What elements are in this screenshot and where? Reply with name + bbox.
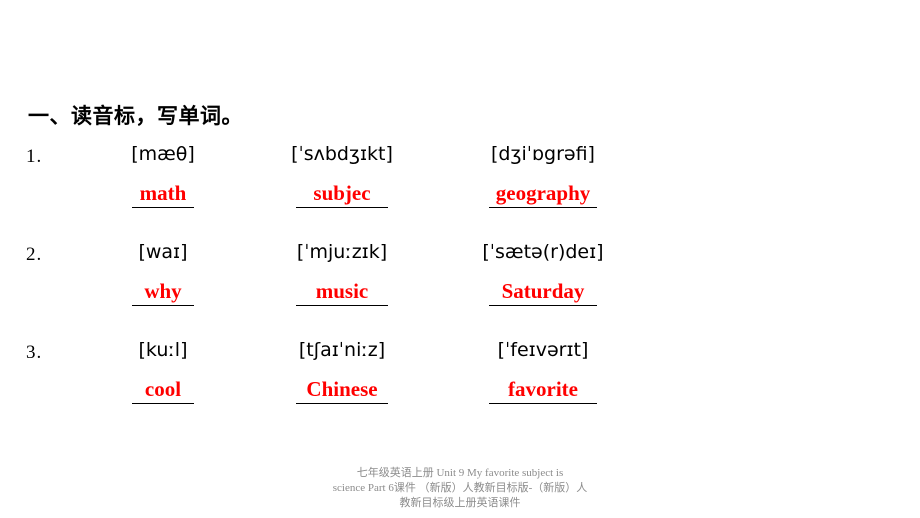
answer-blank[interactable]: geography — [489, 182, 597, 208]
phonetic-transcription: [ˈmjuːzɪk] — [296, 241, 388, 263]
exercise-item: [ˈfeɪvərɪt] favorite — [448, 338, 638, 404]
answer-blank[interactable]: Chinese — [296, 378, 388, 404]
phonetic-transcription: [waɪ] — [138, 241, 188, 263]
exercise-item: [tʃaɪˈniːz] Chinese — [258, 338, 426, 404]
answer-blank[interactable]: music — [296, 280, 388, 306]
answer-blank[interactable]: subjec — [296, 182, 388, 208]
answer-word: Saturday — [501, 279, 585, 303]
answer-underline — [489, 207, 597, 208]
answer-underline — [132, 305, 194, 306]
answer-underline — [296, 207, 388, 208]
answer-underline — [489, 305, 597, 306]
footer-line-1: 七年级英语上册 Unit 9 My favorite subject is — [356, 467, 564, 479]
answer-word: why — [144, 279, 182, 303]
answer-blank[interactable]: Saturday — [489, 280, 597, 306]
answer-underline — [296, 403, 388, 404]
phonetic-transcription: [mæθ] — [131, 143, 195, 165]
exercise-item: [dʒiˈɒgrəfi] geography — [448, 142, 638, 208]
answer-word: cool — [144, 377, 182, 401]
phonetic-transcription: [ˈsætə(r)deɪ] — [482, 241, 604, 263]
exercise-row: 3. [kuːl] cool [tʃaɪˈniːz] Chinese [ˈfeɪ… — [0, 338, 920, 436]
phonetic-transcription: [tʃaɪˈniːz] — [298, 339, 386, 361]
answer-word: favorite — [508, 377, 578, 401]
answer-word: math — [139, 181, 187, 205]
answer-word: subjec — [313, 181, 371, 205]
phonetic-transcription: [kuːl] — [138, 339, 188, 361]
exercise-item: [waɪ] why — [104, 240, 222, 306]
row-number: 3. — [26, 342, 43, 363]
page-title: 一、读音标，写单词。 — [28, 105, 243, 128]
row-number: 2. — [26, 244, 43, 265]
footer-line-3: 教新目标级上册英语课件 — [399, 497, 521, 509]
answer-blank[interactable]: favorite — [489, 378, 597, 404]
answer-blank[interactable]: math — [132, 182, 194, 208]
exercise-item: [kuːl] cool — [104, 338, 222, 404]
answer-underline — [132, 207, 194, 208]
exercise-row: 1. [mæθ] math [ˈsʌbdʒɪkt] subjec [dʒiˈɒg… — [0, 142, 920, 240]
row-number: 1. — [26, 146, 43, 167]
answer-word: geography — [495, 181, 591, 205]
answer-word: Chinese — [306, 377, 378, 401]
footer-watermark: 七年级英语上册 Unit 9 My favorite subject is sc… — [0, 466, 920, 511]
exercise-row: 2. [waɪ] why [ˈmjuːzɪk] music [ˈsætə(r)d… — [0, 240, 920, 338]
answer-word: music — [315, 279, 369, 303]
phonetic-transcription: [ˈfeɪvərɪt] — [497, 339, 589, 361]
slide-page: 一、读音标，写单词。 1. [mæθ] math [ˈsʌbdʒɪkt] sub… — [0, 0, 920, 518]
exercise-list: 1. [mæθ] math [ˈsʌbdʒɪkt] subjec [dʒiˈɒg… — [0, 142, 920, 436]
exercise-item: [ˈsætə(r)deɪ] Saturday — [448, 240, 638, 306]
answer-underline — [132, 403, 194, 404]
exercise-item: [ˈmjuːzɪk] music — [258, 240, 426, 306]
answer-blank[interactable]: why — [132, 280, 194, 306]
footer-line-2: science Part 6课件 （新版）人教新目标版-（新版）人 — [332, 482, 588, 494]
answer-underline — [296, 305, 388, 306]
exercise-item: [ˈsʌbdʒɪkt] subjec — [258, 142, 426, 208]
phonetic-transcription: [ˈsʌbdʒɪkt] — [291, 143, 393, 165]
answer-blank[interactable]: cool — [132, 378, 194, 404]
answer-underline — [489, 403, 597, 404]
exercise-item: [mæθ] math — [104, 142, 222, 208]
phonetic-transcription: [dʒiˈɒgrəfi] — [491, 143, 595, 165]
